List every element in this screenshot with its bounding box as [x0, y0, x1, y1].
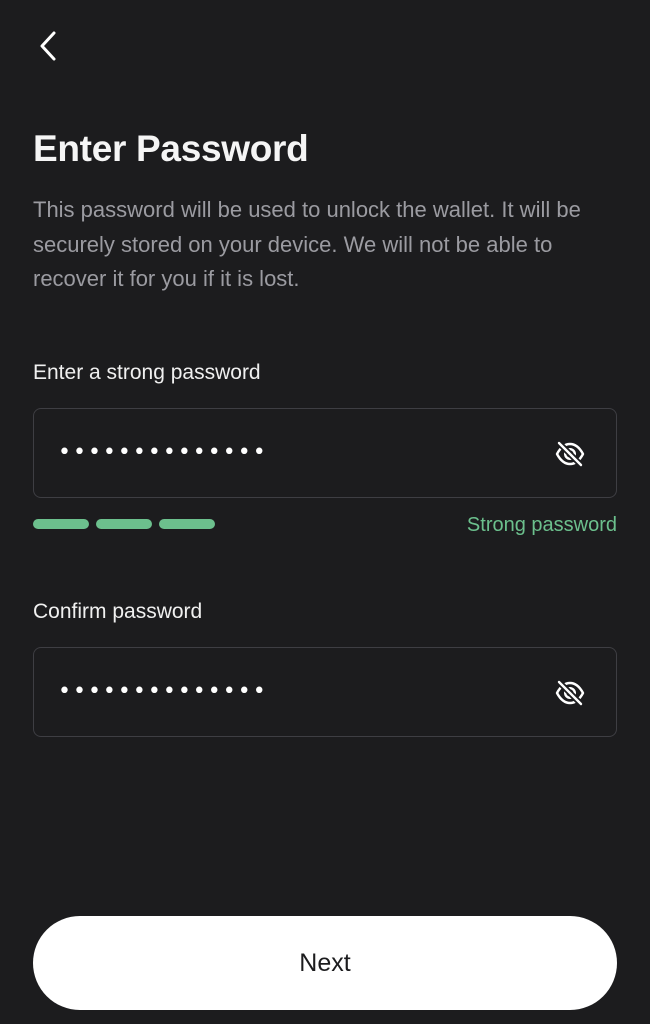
eye-slash-icon[interactable] — [554, 438, 586, 470]
confirm-input-value[interactable]: •••••••••••••• — [58, 648, 268, 736]
password-field[interactable]: •••••••••••••• — [33, 408, 617, 498]
password-input-value[interactable]: •••••••••••••• — [58, 409, 268, 497]
page-description: This password will be used to unlock the… — [33, 197, 581, 291]
chevron-left-icon — [37, 30, 59, 67]
confirm-password-field[interactable]: •••••••••••••• — [33, 647, 617, 737]
strength-segment-3 — [159, 519, 215, 529]
confirm-field-label: Confirm password — [33, 600, 203, 623]
next-button[interactable]: Next — [33, 916, 617, 1010]
strength-segment-1 — [33, 519, 89, 529]
page-title: Enter Password — [33, 128, 309, 169]
password-strength-label: Strong password — [466, 514, 617, 536]
back-button[interactable] — [28, 28, 68, 68]
strength-segment-2 — [96, 519, 152, 529]
eye-slash-icon[interactable] — [554, 677, 586, 709]
password-field-label: Enter a strong password — [33, 361, 261, 384]
